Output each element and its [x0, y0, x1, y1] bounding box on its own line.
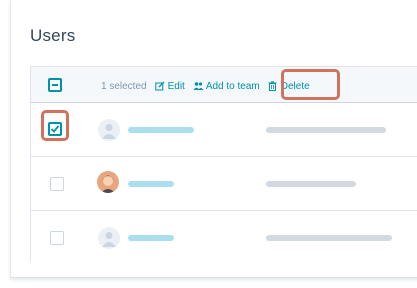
avatar: [98, 119, 120, 141]
users-icon: [193, 81, 204, 91]
table-header: 1 selected Edit Add to team Delete: [31, 67, 417, 103]
user-name[interactable]: [128, 127, 194, 133]
avatar: [97, 171, 119, 193]
add-to-team-label: Add to team: [205, 80, 260, 92]
row-checkbox[interactable]: [50, 231, 64, 245]
delete-highlight: [281, 69, 340, 100]
user-name[interactable]: [128, 235, 174, 241]
page-title: Users: [30, 26, 76, 45]
users-table: 1 selected Edit Add to team Delete: [30, 66, 417, 265]
pencil-icon: [154, 81, 165, 91]
avatar: [98, 227, 120, 249]
user-name[interactable]: [128, 181, 174, 187]
table-row[interactable]: [31, 103, 417, 157]
table-row[interactable]: [31, 211, 417, 265]
edit-label: Edit: [167, 80, 185, 92]
table-row[interactable]: [31, 157, 417, 211]
minus-checkbox-icon: [52, 84, 58, 86]
edit-button[interactable]: Edit: [154, 80, 185, 92]
selected-count: 1 selected: [101, 80, 147, 92]
user-email: [266, 127, 386, 133]
users-page: Users 1 selected Edit Add to team Delete: [0, 0, 417, 288]
row-checkbox[interactable]: [50, 177, 64, 191]
select-all-checkbox[interactable]: [48, 78, 62, 92]
user-email: [266, 235, 392, 241]
trash-icon: [268, 81, 278, 91]
add-to-team-button[interactable]: Add to team: [193, 81, 260, 92]
row-checkbox-highlight: [41, 110, 69, 141]
user-email: [266, 181, 356, 187]
